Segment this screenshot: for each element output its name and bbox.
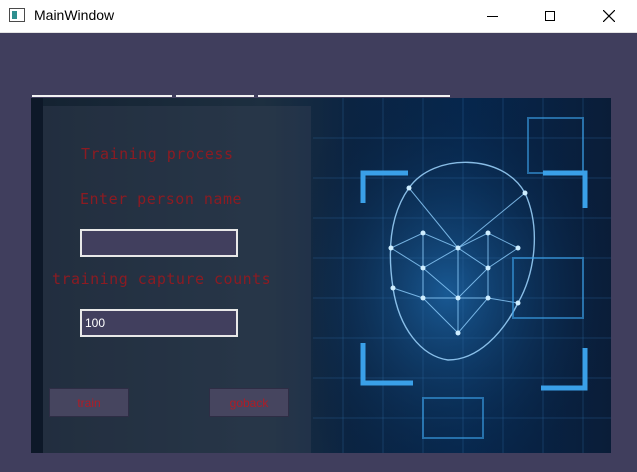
person-name-label: Enter person name <box>80 190 243 208</box>
heading-label: Training process <box>81 145 234 163</box>
panel-edge <box>31 98 43 453</box>
close-icon <box>603 10 615 22</box>
goback-button[interactable]: goback <box>209 388 289 417</box>
face-recognition-illustration <box>313 98 611 453</box>
minimize-icon <box>486 15 498 17</box>
title-bar: MainWindow <box>0 0 637 33</box>
train-button[interactable]: train <box>49 388 129 417</box>
tab-strip-line <box>176 95 254 97</box>
maximize-icon <box>545 11 555 21</box>
capture-count-label: training capture counts <box>52 270 272 288</box>
training-panel: Training process Enter person name train… <box>31 98 611 453</box>
main-window-client: Training process Enter person name train… <box>0 33 637 472</box>
tab-strip-line <box>32 95 172 97</box>
person-name-input[interactable] <box>80 229 238 257</box>
tab-strip-line <box>258 95 450 97</box>
app-window-icon <box>9 8 25 22</box>
close-button[interactable] <box>586 0 632 32</box>
window-title: MainWindow <box>34 7 115 23</box>
maximize-button[interactable] <box>527 0 573 32</box>
minimize-button[interactable] <box>469 0 515 32</box>
capture-count-input[interactable]: 100 <box>80 309 238 337</box>
